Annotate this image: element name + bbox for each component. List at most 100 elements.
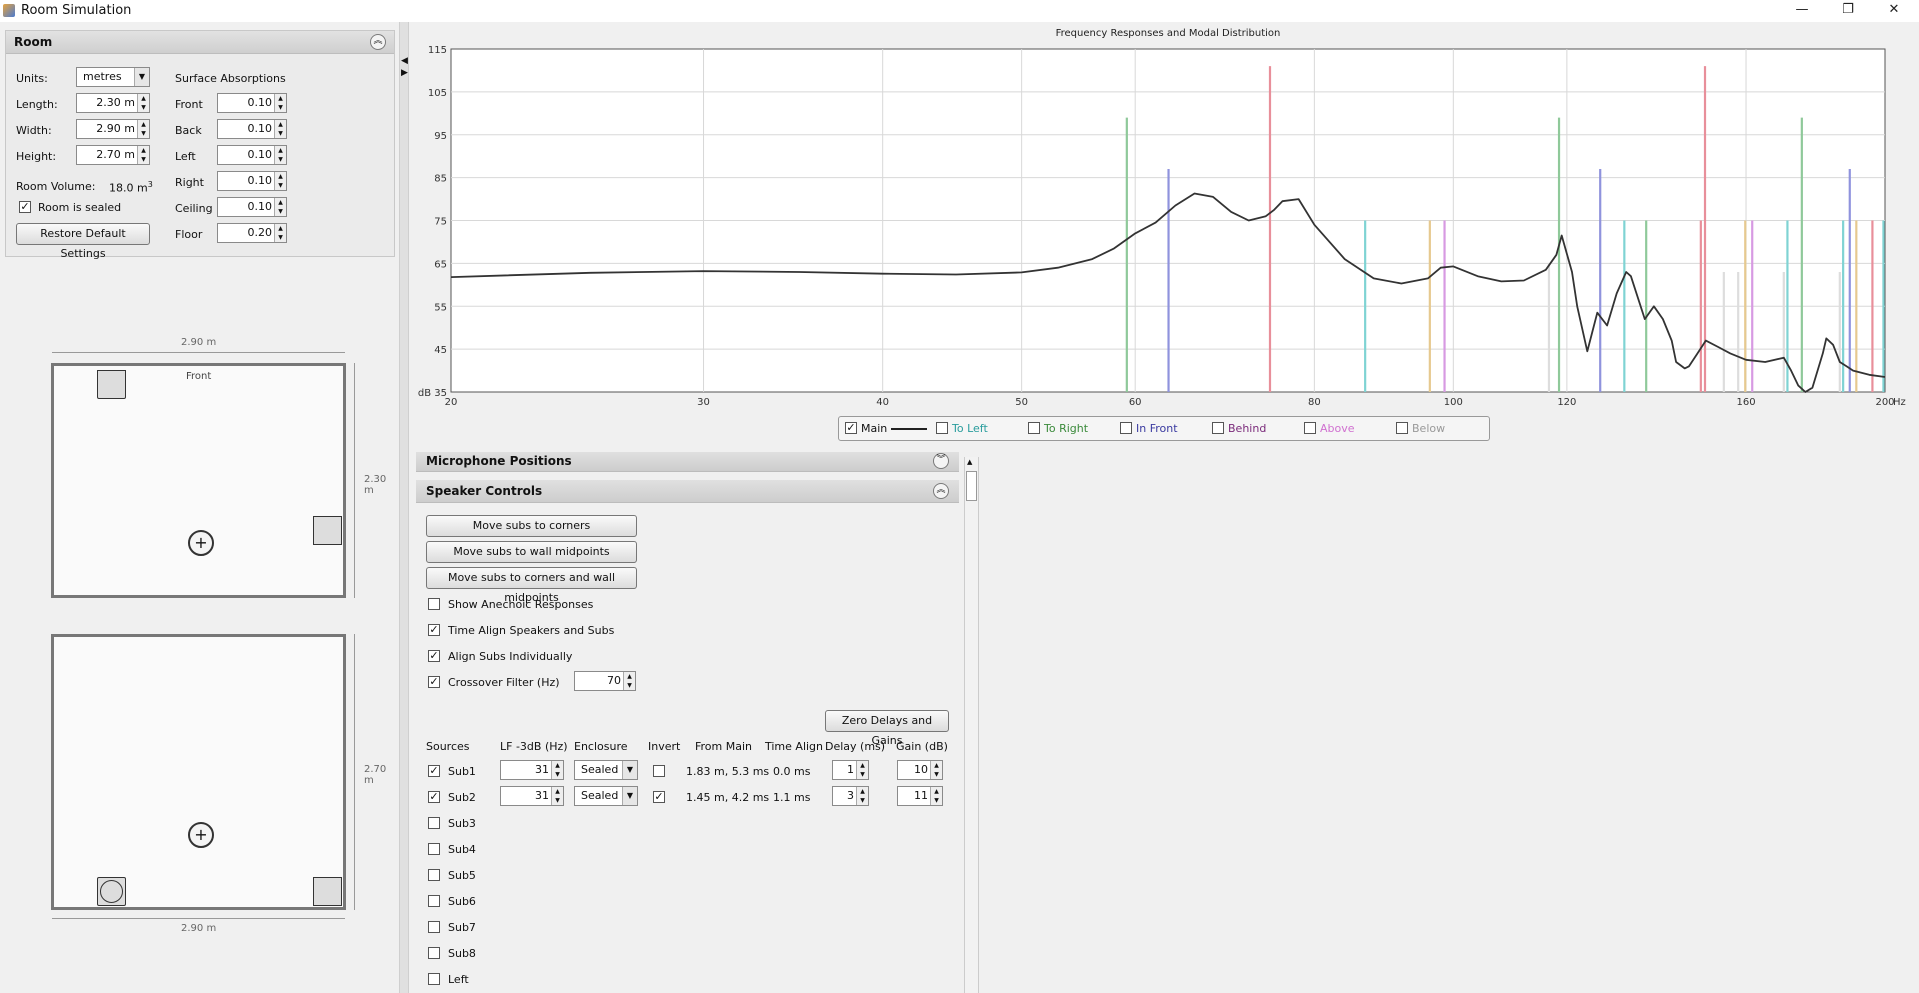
minimize-icon[interactable]: — xyxy=(1779,0,1825,22)
spinner-arrows-icon[interactable]: ▲ ▼ xyxy=(137,94,149,112)
spinner-arrows-icon[interactable]: ▲ ▼ xyxy=(274,224,286,242)
sub1-invert-checkbox[interactable] xyxy=(653,765,665,777)
scroll-up-icon[interactable]: ▲ xyxy=(967,458,972,466)
surface-left-spinner[interactable]: 0.10 ▲ ▼ xyxy=(217,145,287,165)
crossover-checkbox[interactable]: ✓ xyxy=(428,676,440,688)
maximize-icon[interactable]: ❐ xyxy=(1825,0,1871,22)
chevron-down-icon[interactable]: ▼ xyxy=(622,761,637,779)
speaker-controls-panel: Move subs to corners Move subs to wall m… xyxy=(416,503,959,993)
legend-to-right-checkbox[interactable] xyxy=(1028,422,1040,434)
spinner-arrows-icon[interactable]: ▲ ▼ xyxy=(856,787,868,805)
vertical-scrollbar[interactable]: ▲ xyxy=(964,457,979,993)
left-enable-checkbox[interactable] xyxy=(428,973,440,985)
height-spinner[interactable]: 2.70 m ▲ ▼ xyxy=(76,145,150,165)
close-icon[interactable]: ✕ xyxy=(1871,0,1917,22)
move-subs-corners-midpoints-button[interactable]: Move subs to corners and wall midpoints xyxy=(426,567,637,604)
microphone-positions-header[interactable]: Microphone Positions ︾ xyxy=(416,452,959,472)
sub4-enable-checkbox[interactable] xyxy=(428,843,440,855)
legend-to-right[interactable]: To Right xyxy=(1028,422,1088,435)
spinner-arrows-icon[interactable]: ▲ ▼ xyxy=(274,198,286,216)
legend-to-left[interactable]: To Left xyxy=(936,422,988,435)
surface-floor-spinner[interactable]: 0.20 ▲ ▼ xyxy=(217,223,287,243)
sub8-enable-checkbox[interactable] xyxy=(428,947,440,959)
side-room-outline[interactable]: + xyxy=(51,634,346,910)
speaker-controls-header[interactable]: Speaker Controls ︽ xyxy=(416,480,959,503)
spinner-arrows-icon[interactable]: ▲ ▼ xyxy=(137,120,149,138)
spinner-arrows-icon[interactable]: ▲ ▼ xyxy=(274,120,286,138)
split-pane-divider[interactable]: ◀ ▶ xyxy=(399,22,409,993)
show-anechoic-checkbox[interactable] xyxy=(428,598,440,610)
legend-to-left-checkbox[interactable] xyxy=(936,422,948,434)
spinner-arrows-icon[interactable]: ▲ ▼ xyxy=(551,761,563,779)
spinner-arrows-icon[interactable]: ▲ ▼ xyxy=(137,146,149,164)
sub1-gain-spinner[interactable]: 10 ▲ ▼ xyxy=(897,760,943,780)
width-spinner[interactable]: 2.90 m ▲ ▼ xyxy=(76,119,150,139)
sub3-enable-checkbox[interactable] xyxy=(428,817,440,829)
sub2-enclosure-select[interactable]: Sealed ▼ xyxy=(574,786,638,806)
sub2-gain-spinner[interactable]: 11 ▲ ▼ xyxy=(897,786,943,806)
units-select[interactable]: metres ▼ xyxy=(76,67,150,87)
scrollbar-thumb[interactable] xyxy=(966,471,977,501)
sub2-delay-spinner[interactable]: 3 ▲ ▼ xyxy=(832,786,869,806)
chart-legend: ✓ Main To Left To Right In Front Behind A… xyxy=(838,416,1490,441)
collapse-up-icon[interactable]: ︽ xyxy=(370,34,386,50)
room-sealed-checkbox[interactable]: ✓ xyxy=(19,201,31,213)
listener-position-icon[interactable]: + xyxy=(188,822,214,848)
legend-main[interactable]: ✓ Main xyxy=(845,422,928,435)
spinner-arrows-icon[interactable]: ▲ ▼ xyxy=(274,94,286,112)
sub2-lf-spinner[interactable]: 31 ▲ ▼ xyxy=(500,786,564,806)
spinner-arrows-icon[interactable]: ▲ ▼ xyxy=(551,787,563,805)
split-arrow-icon[interactable]: ◀ ▶ xyxy=(401,55,408,79)
sub5-enable-checkbox[interactable] xyxy=(428,869,440,881)
surface-right-spinner[interactable]: 0.10 ▲ ▼ xyxy=(217,171,287,191)
room-panel-header[interactable]: Room ︽ xyxy=(6,31,394,54)
legend-behind[interactable]: Behind xyxy=(1212,422,1266,435)
chevron-down-icon[interactable]: ▼ xyxy=(134,68,149,86)
spinner-arrows-icon[interactable]: ▲ ▼ xyxy=(930,787,942,805)
legend-in-front-checkbox[interactable] xyxy=(1120,422,1132,434)
crossover-value: 70 xyxy=(607,674,621,687)
collapse-up-icon[interactable]: ︽ xyxy=(933,483,949,499)
legend-behind-checkbox[interactable] xyxy=(1212,422,1224,434)
sub2-invert-checkbox[interactable]: ✓ xyxy=(653,791,665,803)
subwoofer-icon[interactable] xyxy=(97,370,126,399)
length-spinner[interactable]: 2.30 m ▲ ▼ xyxy=(76,93,150,113)
surface-front-spinner[interactable]: 0.10 ▲ ▼ xyxy=(217,93,287,113)
spinner-arrows-icon[interactable]: ▲ ▼ xyxy=(274,146,286,164)
align-subs-checkbox[interactable]: ✓ xyxy=(428,650,440,662)
subwoofer-icon[interactable] xyxy=(97,877,126,906)
move-subs-corners-button[interactable]: Move subs to corners xyxy=(426,515,637,537)
listener-position-icon[interactable]: + xyxy=(188,530,214,556)
spinner-arrows-icon[interactable]: ▲ ▼ xyxy=(623,672,635,690)
time-align-checkbox[interactable]: ✓ xyxy=(428,624,440,636)
subwoofer-icon[interactable] xyxy=(313,516,342,545)
legend-above-checkbox[interactable] xyxy=(1304,422,1316,434)
surface-ceiling-spinner[interactable]: 0.10 ▲ ▼ xyxy=(217,197,287,217)
spinner-arrows-icon[interactable]: ▲ ▼ xyxy=(856,761,868,779)
plan-room-outline[interactable]: Front + xyxy=(51,363,346,598)
sub1-enclosure-select[interactable]: Sealed ▼ xyxy=(574,760,638,780)
restore-default-button[interactable]: Restore Default Settings xyxy=(16,223,150,260)
sub7-enable-checkbox[interactable] xyxy=(428,921,440,933)
sub1-enable-checkbox[interactable]: ✓ xyxy=(428,765,440,777)
legend-main-checkbox[interactable]: ✓ xyxy=(845,422,857,434)
sub6-enable-checkbox[interactable] xyxy=(428,895,440,907)
sub1-delay-spinner[interactable]: 1 ▲ ▼ xyxy=(832,760,869,780)
sub1-name: Sub1 xyxy=(448,765,476,778)
subwoofer-icon[interactable] xyxy=(313,877,342,906)
surface-back-spinner[interactable]: 0.10 ▲ ▼ xyxy=(217,119,287,139)
chevron-down-icon[interactable]: ▼ xyxy=(622,787,637,805)
move-subs-midpoints-button[interactable]: Move subs to wall midpoints xyxy=(426,541,637,563)
spinner-arrows-icon[interactable]: ▲ ▼ xyxy=(930,761,942,779)
legend-below[interactable]: Below xyxy=(1396,422,1445,435)
sub1-lf-spinner[interactable]: 31 ▲ ▼ xyxy=(500,760,564,780)
legend-in-front[interactable]: In Front xyxy=(1120,422,1178,435)
expand-down-icon[interactable]: ︾ xyxy=(933,453,949,469)
sub2-enable-checkbox[interactable]: ✓ xyxy=(428,791,440,803)
crossover-spinner[interactable]: 70 ▲ ▼ xyxy=(574,671,636,691)
legend-above[interactable]: Above xyxy=(1304,422,1355,435)
y-tick-label: 65 xyxy=(434,259,447,270)
zero-delays-gains-button[interactable]: Zero Delays and Gains xyxy=(825,710,949,747)
spinner-arrows-icon[interactable]: ▲ ▼ xyxy=(274,172,286,190)
legend-below-checkbox[interactable] xyxy=(1396,422,1408,434)
